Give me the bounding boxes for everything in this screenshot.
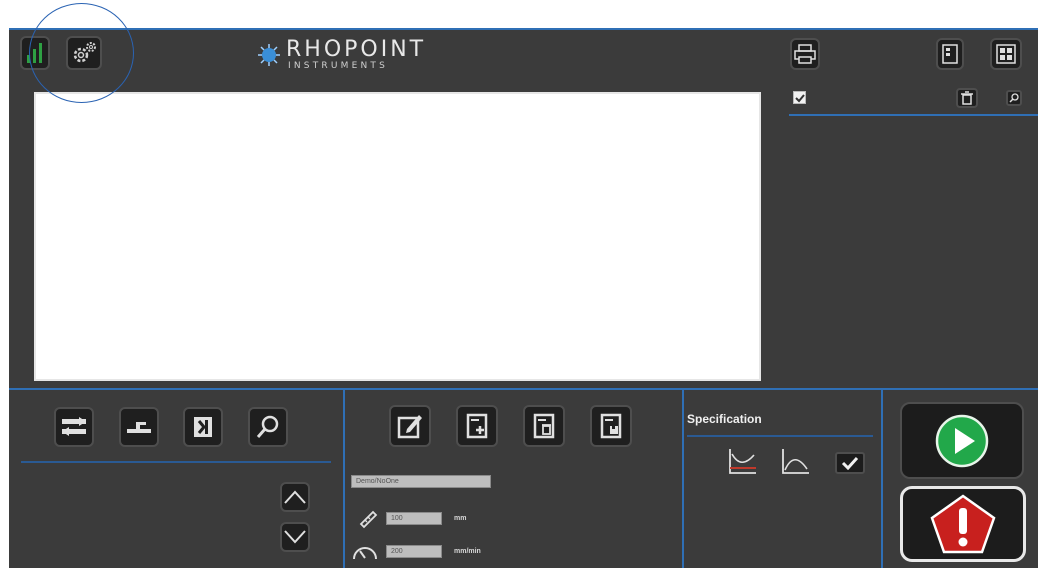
bottom-divider	[9, 388, 1038, 390]
search-button[interactable]	[248, 407, 288, 447]
baseline-icon	[127, 422, 151, 433]
emergency-stop-button[interactable]	[900, 486, 1026, 562]
spec-upper-limit-toggle[interactable]	[779, 446, 811, 476]
gauge-icon	[353, 547, 377, 560]
edit-icon	[397, 415, 422, 439]
top-right-checkbox[interactable]	[793, 91, 806, 104]
speed-unit: mm/min	[454, 548, 481, 555]
play-button[interactable]	[900, 402, 1024, 479]
signal-button[interactable]	[20, 36, 50, 70]
delete-document-icon	[533, 413, 555, 439]
spec-enable-checkbox[interactable]	[835, 452, 865, 474]
settings-button[interactable]	[66, 36, 102, 70]
specification-title: Specification	[687, 412, 762, 426]
zoom-icon	[1009, 93, 1019, 103]
trash-icon	[961, 91, 973, 105]
add-document-icon	[466, 413, 488, 439]
save-document-icon	[600, 413, 622, 439]
graph-canvas[interactable]	[34, 92, 761, 381]
bracket-icon	[194, 417, 212, 437]
bottom-vertical-divider-1	[343, 390, 345, 568]
grid-layout-button[interactable]	[990, 38, 1022, 70]
check-icon	[841, 456, 859, 470]
length-field[interactable]: 100	[386, 512, 442, 525]
delete-document-button[interactable]	[523, 405, 565, 447]
swap-button[interactable]	[54, 407, 94, 447]
signal-icon	[27, 43, 42, 63]
top-right-divider	[789, 114, 1038, 116]
specification-divider	[687, 435, 873, 437]
scroll-up-button[interactable]	[280, 482, 310, 512]
play-icon	[935, 414, 989, 467]
brand-logo: RHOPOINT INSTRUMENTS	[258, 38, 426, 72]
sample-name-field[interactable]: Demo/NoOne	[351, 475, 491, 488]
logo-icon	[258, 44, 280, 66]
left-tools-divider	[21, 461, 331, 463]
gear-icon	[73, 42, 96, 63]
length-unit: mm	[454, 515, 467, 522]
single-layout-button[interactable]	[936, 38, 964, 70]
app-window: RHOPOINT INSTRUMENTS Demo/NoOne 100 mm 2…	[9, 28, 1038, 568]
grid-layout-icon	[996, 44, 1016, 64]
ruler-icon	[359, 510, 378, 529]
scroll-down-button[interactable]	[280, 522, 310, 552]
search-icon	[256, 415, 279, 438]
chevron-down-icon	[284, 530, 306, 544]
bottom-vertical-divider-3	[881, 390, 883, 568]
chevron-up-icon	[284, 490, 306, 504]
bracket-button[interactable]	[183, 407, 223, 447]
print-button[interactable]	[790, 38, 820, 70]
baseline-button[interactable]	[119, 407, 159, 447]
speed-field[interactable]: 200	[386, 545, 442, 558]
spec-upper-limit-icon	[782, 449, 809, 474]
delete-button[interactable]	[956, 88, 978, 108]
save-document-button[interactable]	[590, 405, 632, 447]
edit-button[interactable]	[389, 405, 431, 447]
spec-lower-limit-icon	[729, 449, 756, 474]
check-icon	[794, 93, 805, 102]
emergency-stop-icon	[930, 494, 996, 554]
spec-lower-limit-toggle[interactable]	[726, 446, 758, 476]
logo-subtitle: INSTRUMENTS	[288, 61, 389, 71]
add-document-button[interactable]	[456, 405, 498, 447]
printer-icon	[794, 44, 816, 64]
bottom-vertical-divider-2	[682, 390, 684, 568]
zoom-button[interactable]	[1006, 90, 1022, 106]
swap-icon	[62, 417, 86, 436]
single-layout-icon	[942, 44, 958, 64]
logo-name: RHOPOINT	[286, 37, 427, 62]
